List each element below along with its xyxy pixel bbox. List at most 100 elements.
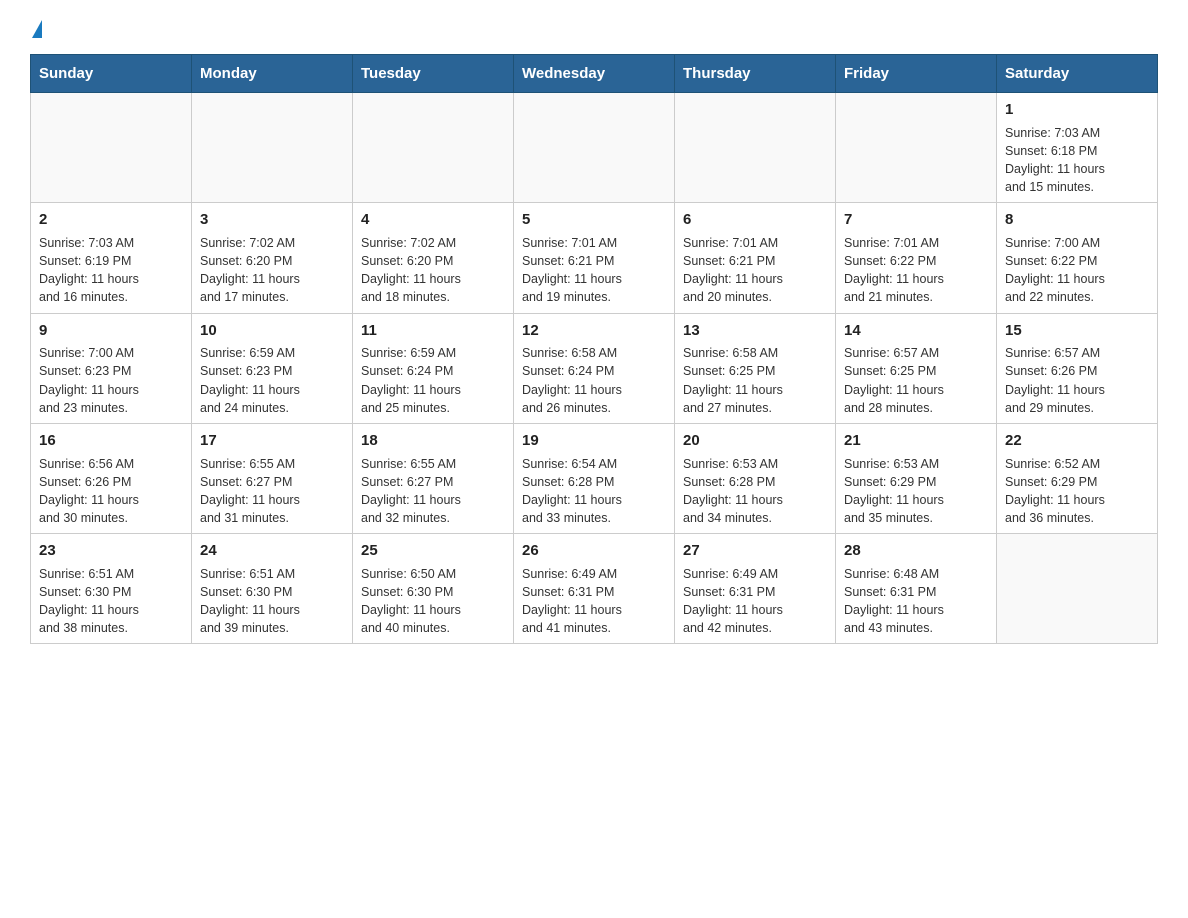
day-number: 21 <box>844 430 988 452</box>
day-number: 8 <box>1005 209 1149 231</box>
day-number: 11 <box>361 320 505 342</box>
calendar-day-cell: 5Sunrise: 7:01 AMSunset: 6:21 PMDaylight… <box>514 203 675 313</box>
day-number: 10 <box>200 320 344 342</box>
day-info-line: and 26 minutes. <box>522 399 666 417</box>
day-info-line: Sunset: 6:22 PM <box>844 252 988 270</box>
day-info-line: and 19 minutes. <box>522 288 666 306</box>
calendar-day-cell: 2Sunrise: 7:03 AMSunset: 6:19 PMDaylight… <box>31 203 192 313</box>
day-info-line: Daylight: 11 hours <box>683 491 827 509</box>
day-info-line: and 18 minutes. <box>361 288 505 306</box>
day-number: 28 <box>844 540 988 562</box>
day-info-line: and 33 minutes. <box>522 509 666 527</box>
weekday-header-thursday: Thursday <box>675 55 836 93</box>
day-info-line: and 20 minutes. <box>683 288 827 306</box>
day-info-line: Sunrise: 7:03 AM <box>1005 124 1149 142</box>
day-info-line: Sunset: 6:27 PM <box>361 473 505 491</box>
day-number: 22 <box>1005 430 1149 452</box>
day-number: 20 <box>683 430 827 452</box>
day-info-line: Sunrise: 6:53 AM <box>844 455 988 473</box>
day-info-line: Sunrise: 6:56 AM <box>39 455 183 473</box>
day-info-line: Sunset: 6:20 PM <box>200 252 344 270</box>
day-info-line: Daylight: 11 hours <box>844 491 988 509</box>
day-info-line: Sunrise: 6:58 AM <box>683 344 827 362</box>
day-info-line: Daylight: 11 hours <box>361 270 505 288</box>
day-info-line: Sunset: 6:31 PM <box>844 583 988 601</box>
day-info-line: Daylight: 11 hours <box>39 491 183 509</box>
day-info-line: Daylight: 11 hours <box>361 601 505 619</box>
day-info-line: and 15 minutes. <box>1005 178 1149 196</box>
day-number: 6 <box>683 209 827 231</box>
day-info-line: Sunrise: 6:57 AM <box>1005 344 1149 362</box>
day-number: 7 <box>844 209 988 231</box>
day-info-line: Daylight: 11 hours <box>522 270 666 288</box>
calendar-week-row: 23Sunrise: 6:51 AMSunset: 6:30 PMDayligh… <box>31 534 1158 644</box>
calendar-day-cell: 10Sunrise: 6:59 AMSunset: 6:23 PMDayligh… <box>192 313 353 423</box>
calendar-header: SundayMondayTuesdayWednesdayThursdayFrid… <box>31 55 1158 93</box>
calendar-day-cell <box>353 93 514 203</box>
day-info-line: Sunrise: 6:57 AM <box>844 344 988 362</box>
weekday-header-saturday: Saturday <box>997 55 1158 93</box>
day-info-line: Daylight: 11 hours <box>39 601 183 619</box>
day-info-line: and 28 minutes. <box>844 399 988 417</box>
day-info-line: and 21 minutes. <box>844 288 988 306</box>
day-info-line: and 34 minutes. <box>683 509 827 527</box>
calendar-day-cell: 4Sunrise: 7:02 AMSunset: 6:20 PMDaylight… <box>353 203 514 313</box>
day-info-line: Sunset: 6:18 PM <box>1005 142 1149 160</box>
day-info-line: Sunrise: 6:52 AM <box>1005 455 1149 473</box>
calendar-day-cell: 27Sunrise: 6:49 AMSunset: 6:31 PMDayligh… <box>675 534 836 644</box>
day-info-line: Sunrise: 6:54 AM <box>522 455 666 473</box>
day-info-line: Daylight: 11 hours <box>39 381 183 399</box>
calendar-day-cell: 17Sunrise: 6:55 AMSunset: 6:27 PMDayligh… <box>192 423 353 533</box>
day-info-line: Sunrise: 6:49 AM <box>683 565 827 583</box>
calendar-day-cell: 7Sunrise: 7:01 AMSunset: 6:22 PMDaylight… <box>836 203 997 313</box>
day-info-line: Daylight: 11 hours <box>844 601 988 619</box>
day-info-line: Daylight: 11 hours <box>361 381 505 399</box>
calendar-day-cell: 23Sunrise: 6:51 AMSunset: 6:30 PMDayligh… <box>31 534 192 644</box>
day-info-line: Daylight: 11 hours <box>39 270 183 288</box>
calendar-day-cell: 25Sunrise: 6:50 AMSunset: 6:30 PMDayligh… <box>353 534 514 644</box>
day-info-line: Sunset: 6:30 PM <box>39 583 183 601</box>
day-number: 3 <box>200 209 344 231</box>
calendar-day-cell: 14Sunrise: 6:57 AMSunset: 6:25 PMDayligh… <box>836 313 997 423</box>
day-info-line: and 30 minutes. <box>39 509 183 527</box>
calendar-day-cell: 12Sunrise: 6:58 AMSunset: 6:24 PMDayligh… <box>514 313 675 423</box>
day-info-line: Sunrise: 7:00 AM <box>39 344 183 362</box>
day-info-line: Sunrise: 6:59 AM <box>361 344 505 362</box>
calendar-day-cell <box>514 93 675 203</box>
day-info-line: Sunrise: 6:51 AM <box>200 565 344 583</box>
day-number: 13 <box>683 320 827 342</box>
day-info-line: Sunset: 6:25 PM <box>683 362 827 380</box>
day-info-line: Sunset: 6:31 PM <box>522 583 666 601</box>
day-info-line: Sunrise: 6:51 AM <box>39 565 183 583</box>
day-info-line: and 39 minutes. <box>200 619 344 637</box>
calendar-day-cell <box>997 534 1158 644</box>
calendar-day-cell <box>192 93 353 203</box>
weekday-header-wednesday: Wednesday <box>514 55 675 93</box>
calendar-day-cell: 26Sunrise: 6:49 AMSunset: 6:31 PMDayligh… <box>514 534 675 644</box>
day-info-line: Sunset: 6:29 PM <box>1005 473 1149 491</box>
day-info-line: and 29 minutes. <box>1005 399 1149 417</box>
calendar-day-cell <box>31 93 192 203</box>
day-info-line: and 40 minutes. <box>361 619 505 637</box>
calendar-day-cell: 19Sunrise: 6:54 AMSunset: 6:28 PMDayligh… <box>514 423 675 533</box>
day-info-line: and 35 minutes. <box>844 509 988 527</box>
day-info-line: Sunset: 6:27 PM <box>200 473 344 491</box>
day-info-line: Sunset: 6:21 PM <box>522 252 666 270</box>
day-number: 15 <box>1005 320 1149 342</box>
day-info-line: Sunrise: 7:01 AM <box>683 234 827 252</box>
day-info-line: Sunset: 6:19 PM <box>39 252 183 270</box>
day-info-line: Sunrise: 7:01 AM <box>522 234 666 252</box>
weekday-header-monday: Monday <box>192 55 353 93</box>
calendar-day-cell: 11Sunrise: 6:59 AMSunset: 6:24 PMDayligh… <box>353 313 514 423</box>
day-info-line: Daylight: 11 hours <box>200 601 344 619</box>
day-info-line: Sunset: 6:23 PM <box>39 362 183 380</box>
day-info-line: Daylight: 11 hours <box>522 491 666 509</box>
weekday-header-tuesday: Tuesday <box>353 55 514 93</box>
day-info-line: Daylight: 11 hours <box>522 381 666 399</box>
day-info-line: Sunset: 6:25 PM <box>844 362 988 380</box>
calendar-day-cell: 1Sunrise: 7:03 AMSunset: 6:18 PMDaylight… <box>997 93 1158 203</box>
calendar-table: SundayMondayTuesdayWednesdayThursdayFrid… <box>30 54 1158 644</box>
day-info-line: Daylight: 11 hours <box>1005 381 1149 399</box>
calendar-week-row: 16Sunrise: 6:56 AMSunset: 6:26 PMDayligh… <box>31 423 1158 533</box>
calendar-day-cell: 15Sunrise: 6:57 AMSunset: 6:26 PMDayligh… <box>997 313 1158 423</box>
